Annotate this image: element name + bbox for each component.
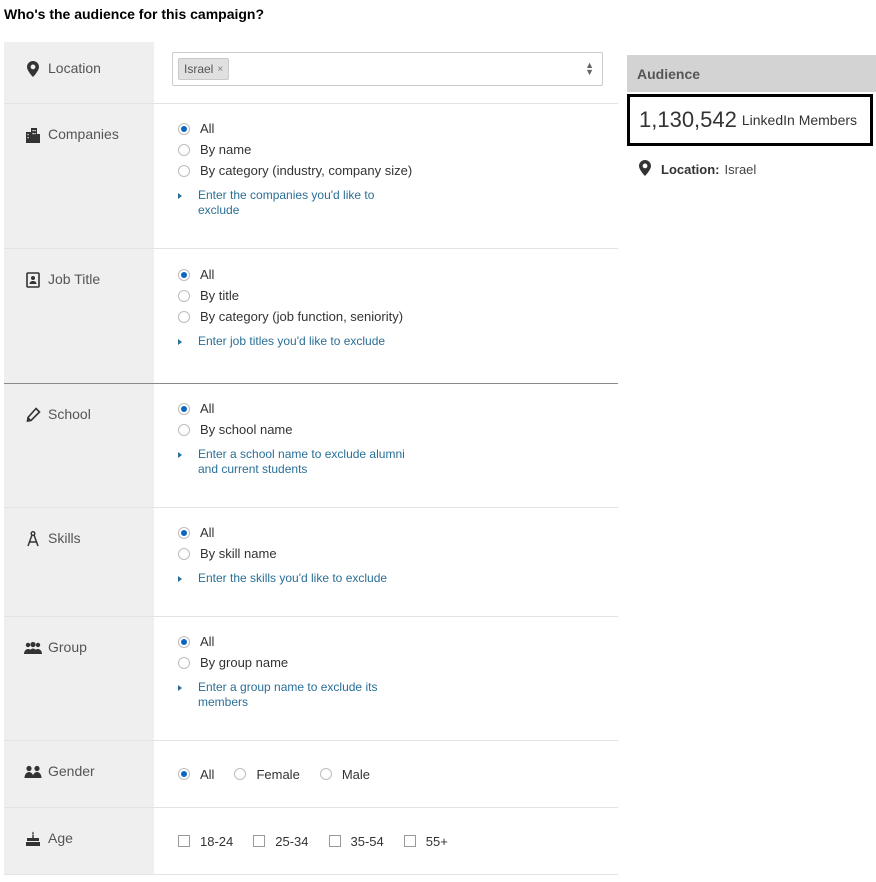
row-companies: Companies All By name By category (indus… [4, 104, 618, 249]
label-job-title: Job Title [4, 249, 154, 383]
radio-selected-icon[interactable] [178, 526, 190, 539]
radio-icon[interactable] [178, 656, 190, 669]
expand-triangle-icon [178, 339, 182, 345]
job-title-option-by-title[interactable]: By title [178, 285, 618, 306]
location-tag: Israel × [178, 58, 230, 80]
row-skills: Skills All By skill name Enter the skill… [4, 508, 618, 617]
group-option-by-group-name[interactable]: By group name [178, 652, 618, 673]
radio-icon[interactable] [178, 310, 190, 323]
label-gender: Gender [4, 741, 154, 807]
radio-selected-icon[interactable] [178, 768, 190, 780]
group-exclude-link[interactable]: Enter a group name to exclude its member… [178, 680, 618, 710]
audience-count-label: LinkedIn Members [741, 112, 858, 128]
audience-count-box: 1,130,542 LinkedIn Members [627, 94, 873, 146]
expand-triangle-icon [178, 685, 182, 691]
school-exclude-link[interactable]: Enter a school name to exclude alumni an… [178, 447, 618, 477]
checkbox-icon[interactable] [253, 835, 266, 847]
cake-icon [24, 830, 42, 848]
radio-icon[interactable] [234, 768, 247, 780]
job-title-exclude-link[interactable]: Enter job titles you'd like to exclude [178, 334, 618, 349]
gender-option-all[interactable]: All [178, 767, 214, 782]
job-title-option-all[interactable]: All [178, 264, 618, 285]
checkbox-icon[interactable] [178, 835, 190, 847]
expand-triangle-icon [178, 576, 182, 582]
checkbox-icon[interactable] [328, 835, 341, 847]
skills-option-by-skill-name[interactable]: By skill name [178, 543, 618, 564]
radio-icon[interactable] [178, 423, 190, 436]
row-group: Group All By group name Enter a group na… [4, 617, 618, 741]
age-option-25-34[interactable]: 25-34 [253, 834, 309, 849]
skills-option-all[interactable]: All [178, 522, 618, 543]
radio-icon[interactable] [178, 143, 190, 156]
radio-icon[interactable] [178, 289, 190, 302]
label-companies: Companies [4, 104, 154, 248]
gender-option-male[interactable]: Male [319, 767, 370, 782]
pen-icon [24, 406, 42, 424]
select-caret-icon[interactable]: ▲ ▼ [585, 61, 594, 77]
people-icon [24, 763, 42, 781]
location-pin-icon [24, 60, 42, 78]
job-title-option-by-category[interactable]: By category (job function, seniority) [178, 306, 618, 327]
row-location: Location Israel × ▲ ▼ [4, 42, 618, 104]
label-school: School [4, 384, 154, 507]
radio-selected-icon[interactable] [178, 635, 190, 648]
audience-panel: Audience 1,130,542 LinkedIn Members Loca… [627, 55, 876, 179]
expand-triangle-icon [178, 193, 182, 199]
row-gender: Gender All Female Male [4, 741, 618, 808]
radio-icon[interactable] [178, 164, 190, 177]
school-option-all[interactable]: All [178, 398, 618, 419]
companies-option-by-name[interactable]: By name [178, 139, 618, 160]
building-icon [24, 126, 42, 144]
compass-icon [24, 530, 42, 548]
radio-selected-icon[interactable] [178, 122, 190, 135]
group-option-all[interactable]: All [178, 631, 618, 652]
page-title: Who's the audience for this campaign? [4, 6, 265, 22]
group-icon [24, 639, 42, 657]
checkbox-icon[interactable] [403, 835, 416, 847]
radio-icon[interactable] [319, 768, 332, 780]
remove-tag-icon[interactable]: × [217, 64, 223, 75]
radio-selected-icon[interactable] [178, 268, 190, 281]
gender-options: All Female Male [178, 741, 618, 807]
audience-location: Location: Israel [627, 160, 876, 179]
audience-header: Audience [627, 55, 876, 92]
age-option-55-plus[interactable]: 55+ [403, 834, 448, 849]
label-age: Age [4, 808, 154, 874]
expand-triangle-icon [178, 452, 182, 458]
label-location: Location [4, 42, 154, 103]
row-job-title: Job Title All By title By category (job … [4, 249, 618, 384]
label-group: Group [4, 617, 154, 740]
location-pin-icon [639, 160, 651, 179]
radio-icon[interactable] [178, 547, 190, 560]
row-school: School All By school name Enter a school… [4, 384, 618, 508]
row-age: Age 18-24 25-34 35-54 55+ [4, 808, 618, 875]
label-skills: Skills [4, 508, 154, 616]
location-select[interactable]: Israel × ▲ ▼ [172, 52, 603, 86]
companies-exclude-link[interactable]: Enter the companies you'd like to exclud… [178, 188, 618, 218]
gender-option-female[interactable]: Female [234, 767, 300, 782]
age-option-35-54[interactable]: 35-54 [328, 834, 384, 849]
age-option-18-24[interactable]: 18-24 [178, 834, 233, 849]
school-option-by-school-name[interactable]: By school name [178, 419, 618, 440]
criteria-panel: Location Israel × ▲ ▼ Companies All By na… [4, 42, 618, 882]
skills-exclude-link[interactable]: Enter the skills you'd like to exclude [178, 571, 618, 586]
badge-icon [24, 271, 42, 289]
age-options: 18-24 25-34 35-54 55+ [178, 808, 618, 874]
radio-selected-icon[interactable] [178, 402, 190, 415]
companies-option-all[interactable]: All [178, 118, 618, 139]
audience-count: 1,130,542 [639, 107, 737, 132]
companies-option-by-category[interactable]: By category (industry, company size) [178, 160, 618, 181]
